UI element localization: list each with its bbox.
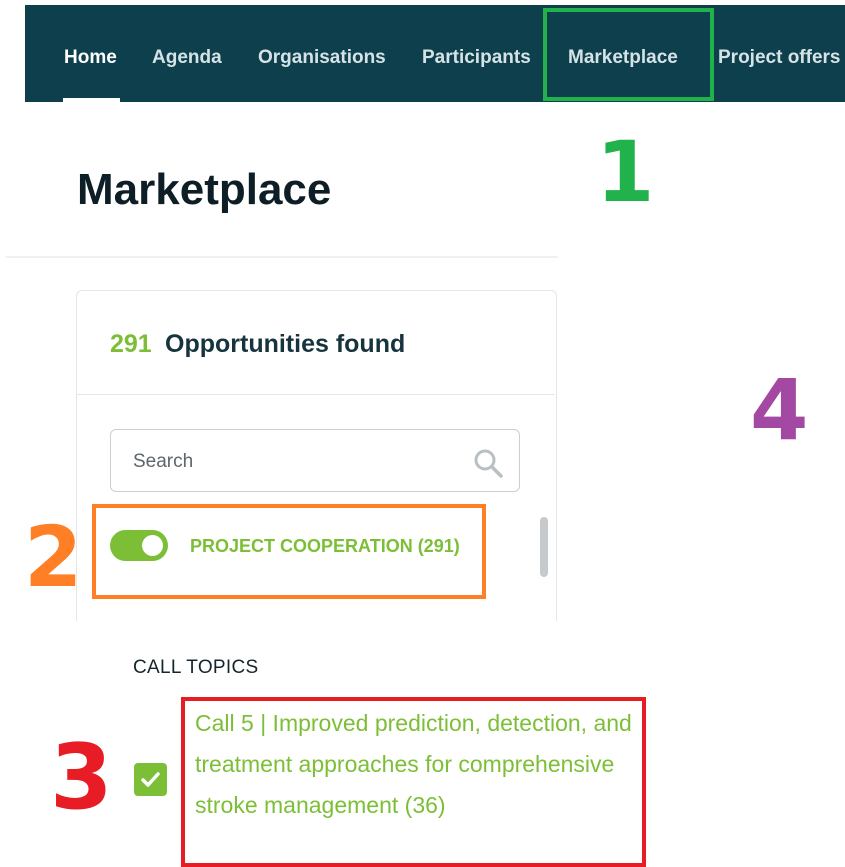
- annotation-box-2: [92, 504, 486, 599]
- annotation-number-1: 1: [596, 123, 655, 221]
- top-navigation-bar: Home Agenda Organisations Participants M…: [25, 5, 845, 102]
- active-nav-indicator: [63, 98, 120, 102]
- call-topics-heading: CALL TOPICS: [133, 657, 259, 678]
- nav-item-home[interactable]: Home: [64, 47, 117, 69]
- nav-item-organisations[interactable]: Organisations: [258, 47, 386, 69]
- annotation-number-2: 2: [24, 508, 83, 606]
- annotation-box-3: [181, 697, 646, 867]
- nav-item-participants[interactable]: Participants: [422, 47, 531, 69]
- annotation-number-3: 3: [50, 725, 113, 830]
- results-count-label: Opportunities found: [165, 330, 406, 358]
- panel-divider: [77, 394, 555, 395]
- annotation-number-4: 4: [750, 361, 809, 459]
- annotation-box-1: [543, 8, 714, 101]
- nav-item-agenda[interactable]: Agenda: [152, 47, 222, 69]
- page-title: Marketplace: [77, 165, 332, 214]
- checkmark-icon: [141, 772, 160, 787]
- search-icon[interactable]: [472, 447, 504, 484]
- results-count: 291: [110, 330, 152, 358]
- title-divider: [6, 256, 558, 258]
- panel-scrollbar[interactable]: [540, 517, 548, 577]
- call-topic-checkbox[interactable]: [134, 763, 167, 796]
- search-input[interactable]: [131, 448, 455, 476]
- search-box: [110, 429, 520, 492]
- nav-item-project-offers[interactable]: Project offers: [718, 47, 840, 69]
